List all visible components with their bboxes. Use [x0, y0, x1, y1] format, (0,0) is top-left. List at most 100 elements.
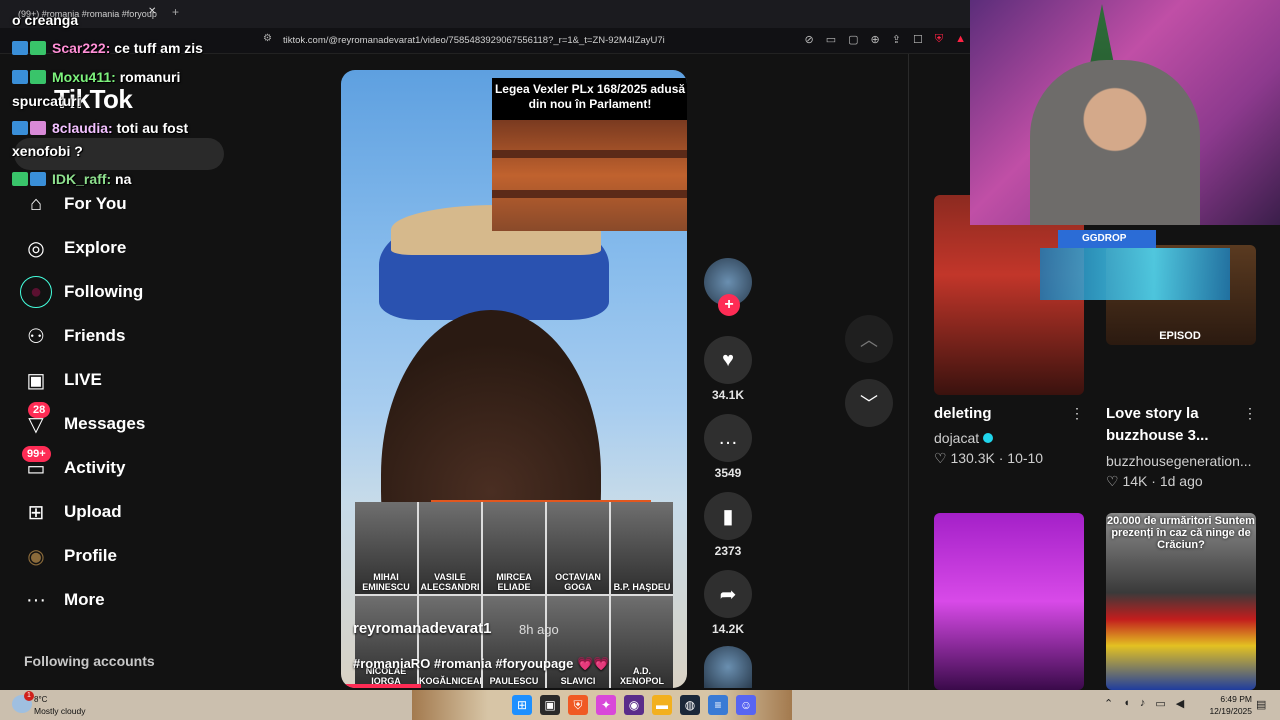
video-hashtags[interactable]: #romaniaRO #romania #foryoupage 💗💗: [353, 656, 609, 672]
sidebar-item-explore[interactable]: ◎ Explore: [20, 228, 280, 268]
network-icon[interactable]: ▭: [1155, 697, 1165, 710]
sidebar-item-following[interactable]: ● Following: [20, 272, 280, 312]
tab-close-icon[interactable]: ✕: [148, 6, 156, 17]
sidebar-item-messages[interactable]: ▽ 28 Messages: [20, 402, 280, 444]
chat-line: Scar222: ce tuff am zis: [12, 40, 203, 56]
app-icon[interactable]: ✦: [596, 695, 616, 715]
browser-toolbar: ⊘ ▭ ▢ ⊕ ⇪ ☐ ⛨ ▲: [805, 33, 966, 46]
discord-icon[interactable]: ☺: [736, 695, 756, 715]
streamer: [1030, 60, 1200, 225]
card-title[interactable]: Love story la buzzhouse 3...: [1106, 403, 1246, 447]
chat-line: 8claudia: toti au fost: [12, 120, 188, 136]
chat-text: o creanga: [12, 12, 79, 28]
reader-icon[interactable]: ⊘: [805, 33, 814, 46]
sidebar-item-friends[interactable]: ⚇ Friends: [20, 316, 280, 356]
sidebar-item-label: More: [64, 590, 105, 609]
more-options-icon[interactable]: ⋮: [1070, 405, 1084, 422]
sidebar-item-more[interactable]: ··· More: [20, 580, 280, 620]
obs-icon[interactable]: ◉: [624, 695, 644, 715]
portrait-name: B.P. HAŞDEU: [613, 582, 671, 592]
brave-shield-icon[interactable]: ⛨: [935, 33, 943, 46]
task-view-icon[interactable]: ▣: [540, 695, 560, 715]
video-author[interactable]: reyromanadevarat1: [353, 620, 491, 637]
bookmark-icon[interactable]: ▮: [704, 492, 752, 540]
follow-plus-icon[interactable]: +: [718, 294, 740, 316]
chat-line: Moxu411: romanuri: [12, 69, 180, 85]
like-action[interactable]: ♥ 34.1K: [704, 336, 752, 402]
ggdrop-bar: [1040, 248, 1230, 300]
chat-text: toti au fost: [112, 120, 189, 136]
comment-icon[interactable]: …: [704, 414, 752, 462]
chevron-up-icon[interactable]: ⌃: [1104, 697, 1113, 710]
thumbnail-concert[interactable]: [934, 513, 1084, 690]
steam-icon[interactable]: ◍: [680, 695, 700, 715]
save-action[interactable]: ▮ 2373: [704, 492, 752, 558]
portrait: A.D. XENOPOL: [611, 596, 673, 688]
card-author[interactable]: dojacat: [934, 430, 994, 446]
audio-icon[interactable]: ◖: [1123, 697, 1130, 710]
card-title[interactable]: deleting: [934, 403, 1084, 425]
taskbar-clock[interactable]: 6:49 PM 12/19/2025: [1206, 693, 1252, 717]
portrait: B.P. HAŞDEU: [611, 502, 673, 594]
card-author-name: dojacat: [934, 430, 980, 446]
previous-video-icon[interactable]: ︿: [845, 315, 893, 363]
following-accounts-heading: Following accounts: [24, 653, 155, 669]
notification-icon[interactable]: ▤: [1256, 698, 1266, 711]
thumbnail-snow[interactable]: 20.000 de urmăritori Suntem prezenți în …: [1106, 513, 1256, 690]
column-divider: [908, 54, 909, 690]
like-count: 34.1K: [711, 388, 745, 402]
mic-icon[interactable]: ♪: [1140, 697, 1146, 710]
notepad-icon[interactable]: ≡: [708, 695, 728, 715]
heart-icon[interactable]: ♥: [704, 336, 752, 384]
parliament-row: [492, 150, 687, 158]
more-options-icon[interactable]: ⋮: [1243, 405, 1257, 422]
inset-title: Legea Vexler PLx 168/2025 adusă din nou …: [494, 82, 686, 111]
portrait: NICOLAE IORGA: [355, 596, 417, 688]
site-settings-icon[interactable]: ⚙: [263, 33, 272, 44]
card-date: 1d ago: [1159, 473, 1203, 489]
portrait: SLAVICI: [547, 596, 609, 688]
chat-text: ce tuff am zis: [110, 40, 203, 56]
chat-username: 8claudia:: [52, 120, 113, 136]
volume-icon[interactable]: ◀: [1176, 697, 1184, 710]
comment-action[interactable]: … 3549: [704, 414, 752, 480]
friends-icon: ⚇: [27, 325, 45, 348]
chat-text: na: [111, 171, 132, 187]
profile-avatar-icon: ◉: [27, 545, 45, 568]
streamer-webcam: [970, 0, 1280, 225]
weather-widget[interactable]: 1 8°C Mostly cloudy: [12, 691, 132, 717]
card-author[interactable]: buzzhousegeneration...: [1106, 453, 1256, 469]
chat-line: xenofobi ?: [12, 143, 83, 159]
brave-icon[interactable]: ⛨: [568, 695, 588, 715]
sidebar-item-label: Explore: [64, 238, 127, 257]
url-text[interactable]: tiktok.com/@reyromanadevarat1/video/7585…: [283, 35, 665, 46]
weather-desc: Mostly cloudy: [34, 706, 86, 716]
screenshot-icon[interactable]: ▢: [848, 33, 858, 46]
verified-icon: [983, 433, 994, 443]
sidebar-item-upload[interactable]: ⊞ Upload: [20, 492, 280, 532]
sidebar-item-live[interactable]: ▣ LIVE: [20, 360, 280, 400]
cast-icon[interactable]: ▭: [826, 33, 836, 46]
chat-badge-icons: [12, 70, 52, 84]
new-tab-button[interactable]: +: [172, 5, 179, 19]
video-progress[interactable]: [341, 684, 421, 688]
share-arrow-icon[interactable]: ➦: [704, 570, 752, 618]
portrait-name: PAULESCU: [489, 676, 539, 686]
card-likes: 14K: [1122, 473, 1148, 489]
share-action[interactable]: ➦ 14.2K: [704, 570, 752, 636]
brave-rewards-icon[interactable]: ▲: [955, 33, 966, 46]
sidebar-item-for-you[interactable]: ⌂ For You: [20, 184, 280, 224]
card-meta: ♡ 14K · 1d ago: [1106, 473, 1203, 489]
taskbar-apps: ⊞ ▣ ⛨ ✦ ◉ ▬ ◍ ≡ ☺: [512, 695, 756, 715]
bookmark-icon[interactable]: ☐: [913, 33, 923, 46]
music-disc-avatar[interactable]: [704, 646, 752, 688]
start-icon[interactable]: ⊞: [512, 695, 532, 715]
sidebar-item-profile[interactable]: ◉ Profile: [20, 536, 280, 576]
sidebar-item-activity[interactable]: ▭ 99+ Activity: [20, 446, 280, 488]
share-icon[interactable]: ⇪: [892, 33, 901, 46]
inbox-icon: ▽ 28: [20, 402, 52, 440]
folder-icon[interactable]: ▬: [652, 695, 672, 715]
video-player[interactable]: Legea Vexler PLx 168/2025 adusă din nou …: [341, 70, 687, 688]
zoom-icon[interactable]: ⊕: [871, 33, 880, 46]
next-video-icon[interactable]: ﹀: [845, 379, 893, 427]
